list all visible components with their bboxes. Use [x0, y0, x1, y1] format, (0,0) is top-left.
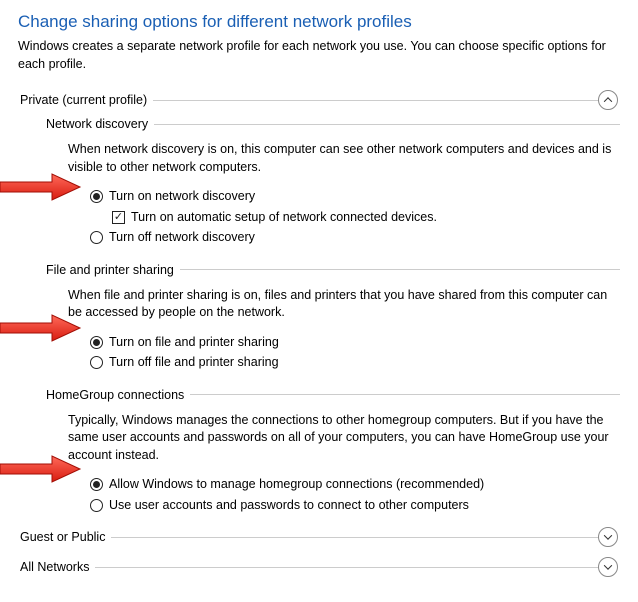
radio-icon [90, 356, 103, 369]
section-description: Typically, Windows manages the connectio… [68, 412, 612, 465]
profile-label-private: Private (current profile) [20, 93, 153, 107]
option-label: Turn on file and printer sharing [109, 334, 279, 352]
chevron-down-icon [604, 561, 612, 569]
annotation-arrow-icon [0, 454, 82, 484]
page-title: Change sharing options for different net… [18, 12, 620, 32]
section-file-printer-sharing: File and printer sharing When file and p… [46, 263, 620, 372]
radio-icon [90, 336, 103, 349]
section-network-discovery: Network discovery When network discovery… [46, 117, 620, 247]
page-subtitle: Windows creates a separate network profi… [18, 38, 608, 73]
radio-hg-auto[interactable]: Allow Windows to manage homegroup connec… [90, 476, 620, 494]
radio-nd-off[interactable]: Turn off network discovery [90, 229, 620, 247]
checkbox-nd-auto[interactable]: Turn on automatic setup of network conne… [112, 209, 620, 227]
checkbox-icon [112, 211, 125, 224]
radio-icon [90, 190, 103, 203]
annotation-arrow-icon [0, 172, 82, 202]
section-title: File and printer sharing [46, 263, 180, 277]
radio-icon [90, 499, 103, 512]
radio-icon [90, 231, 103, 244]
divider [111, 537, 610, 538]
annotation-arrow-icon [0, 313, 82, 343]
profile-label-all: All Networks [20, 560, 95, 574]
divider [180, 269, 620, 270]
option-label: Turn off network discovery [109, 229, 255, 247]
option-label: Turn off file and printer sharing [109, 354, 279, 372]
chevron-down-icon [604, 531, 612, 539]
section-homegroup: HomeGroup connections Typically, Windows… [46, 388, 620, 515]
section-description: When network discovery is on, this compu… [68, 141, 612, 176]
profile-header-guest[interactable]: Guest or Public [18, 530, 620, 544]
option-label: Use user accounts and passwords to conne… [109, 497, 469, 515]
radio-hg-user[interactable]: Use user accounts and passwords to conne… [90, 497, 620, 515]
profile-header-private[interactable]: Private (current profile) [18, 93, 620, 107]
profile-label-guest: Guest or Public [20, 530, 111, 544]
divider [154, 124, 620, 125]
option-label: Allow Windows to manage homegroup connec… [109, 476, 484, 494]
divider [95, 567, 610, 568]
section-title: Network discovery [46, 117, 154, 131]
radio-fps-off[interactable]: Turn off file and printer sharing [90, 354, 620, 372]
chevron-up-icon [604, 97, 612, 105]
option-label: Turn on network discovery [109, 188, 255, 206]
divider [190, 394, 620, 395]
profile-header-all[interactable]: All Networks [18, 560, 620, 574]
divider [153, 100, 610, 101]
section-title: HomeGroup connections [46, 388, 190, 402]
radio-nd-on[interactable]: Turn on network discovery [90, 188, 620, 206]
radio-icon [90, 478, 103, 491]
option-label: Turn on automatic setup of network conne… [131, 209, 437, 227]
expand-button-all[interactable] [598, 557, 618, 577]
radio-fps-on[interactable]: Turn on file and printer sharing [90, 334, 620, 352]
expand-button-guest[interactable] [598, 527, 618, 547]
section-description: When file and printer sharing is on, fil… [68, 287, 612, 322]
collapse-button-private[interactable] [598, 90, 618, 110]
